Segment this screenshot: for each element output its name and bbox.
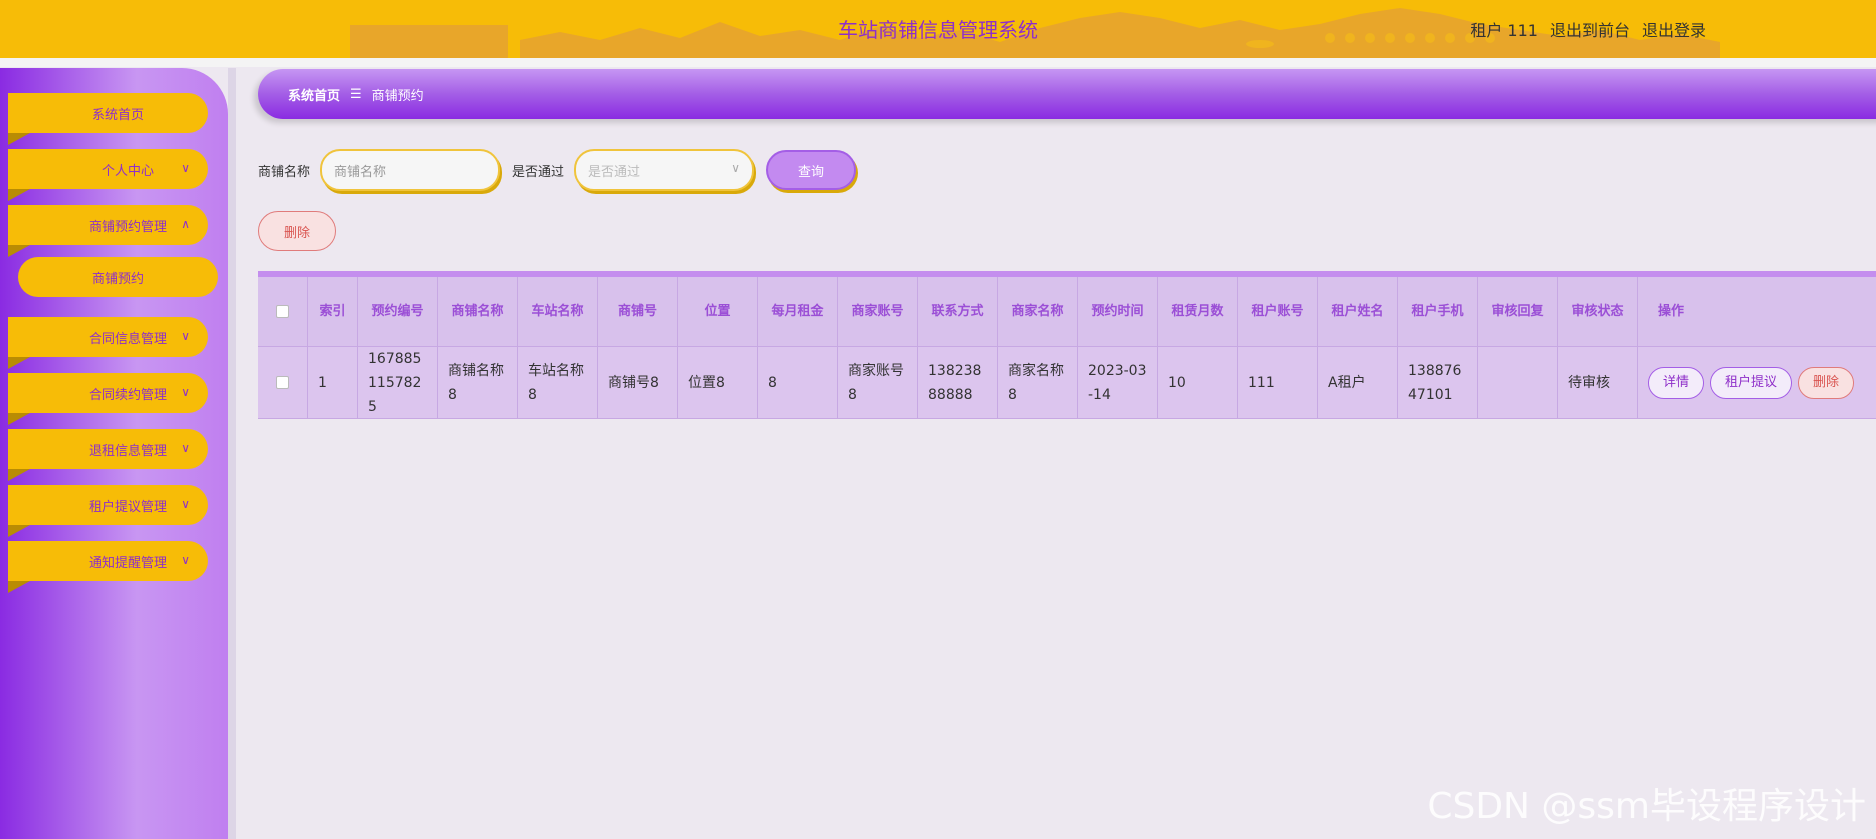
sidebar-item-lease-termination-management[interactable]: 退租信息管理 ∨ [8,429,208,481]
pass-select-placeholder: 是否通过 [588,164,641,180]
sidebar-item-shop-booking-management[interactable]: 商铺预约管理 ∧ [8,205,208,257]
cell-shop-no: 商铺号8 [598,347,678,419]
sidebar-item-home[interactable]: 系统首页 [8,93,208,145]
cell-index: 1 [308,347,358,419]
col-header: 每月租金 [758,277,838,347]
col-header: 租赁月数 [1158,277,1238,347]
col-header: 商家账号 [838,277,918,347]
tenant-suggestion-button[interactable]: 租户提议 [1710,366,1793,399]
sidebar-item-label: 退租信息管理 [88,443,167,459]
logout-link[interactable]: 退出登录 [1642,17,1706,41]
sidebar-item-label: 系统首页 [91,107,144,123]
cell-shop-name: 商铺名称8 [438,347,518,419]
breadcrumb: 系统首页 ☰ 商铺预约 [258,69,1876,119]
sidebar-subitem-shop-booking[interactable]: 商铺预约 [18,257,218,297]
booking-table: 索引 预约编号 商铺名称 车站名称 商铺号 位置 每月租金 商家账号 联系方式 … [258,271,1876,419]
pass-select[interactable]: 是否通过 ∨ [574,149,755,191]
cell-review-reply [1478,347,1558,419]
sidebar-item-label: 合同续约管理 [88,387,167,403]
row-select-cell [258,347,308,419]
cell-operations: 详情 租户提议 删除 [1638,347,1876,419]
select-all-cell [258,277,308,347]
chevron-down-icon: ∨ [181,385,190,399]
sidebar-item-tenant-suggestion-management[interactable]: 租户提议管理 ∨ [8,485,208,537]
top-header: 车站商铺信息管理系统 租户 111 退出到前台 退出登录 [0,0,1876,58]
breadcrumb-current: 商铺预约 [371,88,424,104]
sidebar-item-label: 商铺预约 [91,271,144,287]
cell-contact: 13823888888 [918,347,998,419]
sidebar-item-label: 个人中心 [101,163,154,179]
sidebar-item-label: 通知提醒管理 [88,555,167,571]
cell-review-status: 待审核 [1558,347,1638,419]
sidebar-item-personal-center[interactable]: 个人中心 ∨ [8,149,208,201]
cell-booking-time: 2023-03-14 [1078,347,1158,419]
cell-booking-no: 1678851157825 [358,347,438,419]
sidebar-item-contract-renewal-management[interactable]: 合同续约管理 ∨ [8,373,208,425]
row-delete-button[interactable]: 删除 [1798,366,1855,399]
cell-location: 位置8 [678,347,758,419]
col-header: 位置 [678,277,758,347]
col-header: 索引 [308,277,358,347]
chevron-down-icon: ∨ [731,161,741,175]
cell-station-name: 车站名称8 [518,347,598,419]
sidebar-item-label: 商铺预约管理 [88,219,167,235]
shop-name-input[interactable]: 商铺名称 [320,149,501,191]
sidebar-item-contract-management[interactable]: 合同信息管理 ∨ [8,317,208,369]
cell-merchant-account: 商家账号8 [838,347,918,419]
table-row: 1 1678851157825 商铺名称8 车站名称8 商铺号8 位置8 8 商… [258,347,1876,419]
col-header: 租户手机 [1398,277,1478,347]
col-header: 联系方式 [918,277,998,347]
col-header: 预约时间 [1078,277,1158,347]
batch-delete-button[interactable]: 删除 [258,211,336,251]
col-header: 租户姓名 [1318,277,1398,347]
user-area: 租户 111 退出到前台 退出登录 [1470,17,1706,41]
breadcrumb-separator-icon: ☰ [350,86,362,102]
breadcrumb-home[interactable]: 系统首页 [288,85,340,104]
cell-monthly-rent: 8 [758,347,838,419]
col-header: 商铺号 [598,277,678,347]
col-header: 审核回复 [1478,277,1558,347]
cell-tenant-name: A租户 [1318,347,1398,419]
select-all-checkbox[interactable] [276,305,289,318]
chevron-up-icon: ∧ [181,217,190,231]
chevron-down-icon: ∨ [181,497,190,511]
col-header: 操作 [1638,277,1876,347]
sidebar-item-notification-management[interactable]: 通知提醒管理 ∨ [8,541,208,593]
search-bar: 商铺名称 商铺名称 是否通过 是否通过 ∨ 查询 [258,148,857,192]
watermark: CSDN @ssm毕设程序设计 [1427,786,1866,827]
col-header: 商铺名称 [438,277,518,347]
detail-button[interactable]: 详情 [1648,366,1705,399]
chevron-down-icon: ∨ [181,161,190,175]
sidebar-item-label: 租户提议管理 [88,499,167,515]
cell-tenant-account: 111 [1238,347,1318,419]
col-header: 预约编号 [358,277,438,347]
cell-merchant-name: 商家名称8 [998,347,1078,419]
col-header: 车站名称 [518,277,598,347]
cell-lease-months: 10 [1158,347,1238,419]
header-divider [0,58,1876,67]
col-header: 审核状态 [1558,277,1638,347]
query-button[interactable]: 查询 [766,150,857,190]
col-header: 商家名称 [998,277,1078,347]
chevron-down-icon: ∨ [181,329,190,343]
row-checkbox[interactable] [276,376,289,389]
cell-tenant-phone: 13887647101 [1398,347,1478,419]
sidebar-edge [228,68,236,839]
table-header-row: 索引 预约编号 商铺名称 车站名称 商铺号 位置 每月租金 商家账号 联系方式 … [258,277,1876,347]
sidebar-item-label: 合同信息管理 [88,331,167,347]
col-header: 租户账号 [1238,277,1318,347]
chevron-down-icon: ∨ [181,441,190,455]
exit-to-front-link[interactable]: 退出到前台 [1550,17,1630,41]
chevron-down-icon: ∨ [181,553,190,567]
pass-label: 是否通过 [512,164,565,180]
user-label: 租户 111 [1470,21,1538,40]
shop-name-label: 商铺名称 [258,164,311,180]
